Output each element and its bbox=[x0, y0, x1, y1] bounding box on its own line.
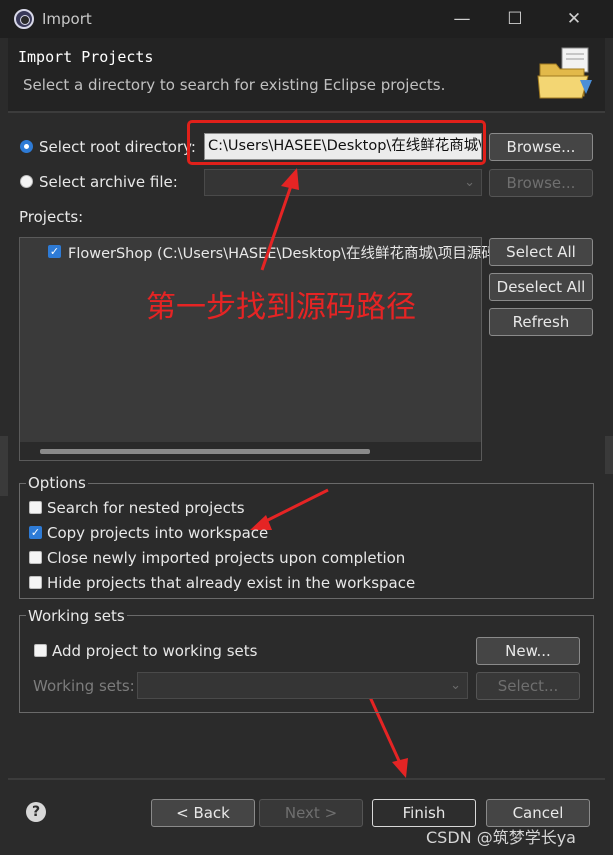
select-archive-label: Select archive file: bbox=[39, 173, 178, 191]
chevron-down-icon: ⌄ bbox=[464, 175, 475, 190]
background-window-strip bbox=[0, 436, 8, 496]
page-title: Import Projects bbox=[18, 48, 154, 66]
project-checkbox[interactable]: ✓ bbox=[48, 245, 61, 258]
add-working-sets-label[interactable]: Add project to working sets bbox=[52, 642, 257, 660]
archive-file-combo: ⌄ bbox=[204, 169, 482, 196]
select-all-button[interactable]: Select All bbox=[489, 238, 593, 266]
new-working-set-button[interactable]: New... bbox=[476, 637, 580, 665]
browse-button[interactable]: Browse... bbox=[489, 133, 593, 161]
select-root-label: Select root directory: bbox=[39, 138, 196, 156]
help-icon[interactable]: ? bbox=[26, 802, 46, 822]
background-window-strip-right bbox=[605, 436, 613, 474]
eclipse-app-icon bbox=[14, 9, 34, 29]
select-root-radio[interactable] bbox=[20, 140, 33, 153]
header-separator bbox=[8, 111, 605, 113]
browse-archive-button: Browse... bbox=[489, 169, 593, 197]
working-sets-combo: ⌄ bbox=[137, 672, 468, 699]
copy-projects-checkbox[interactable]: ✓ bbox=[29, 526, 42, 539]
finish-button[interactable]: Finish bbox=[372, 799, 476, 827]
close-imported-label[interactable]: Close newly imported projects upon compl… bbox=[47, 549, 405, 567]
add-working-sets-checkbox[interactable] bbox=[34, 644, 47, 657]
options-group-title: Options bbox=[26, 474, 88, 492]
close-imported-checkbox[interactable] bbox=[29, 551, 42, 564]
next-button: Next > bbox=[259, 799, 363, 827]
horizontal-scrollbar[interactable] bbox=[20, 442, 481, 460]
hide-existing-checkbox[interactable] bbox=[29, 576, 42, 589]
maximize-icon[interactable]: ☐ bbox=[503, 8, 527, 30]
hide-existing-label[interactable]: Hide projects that already exist in the … bbox=[47, 574, 415, 592]
nested-projects-checkbox[interactable] bbox=[29, 501, 42, 514]
scrollbar-thumb[interactable] bbox=[40, 449, 370, 454]
close-icon[interactable]: ✕ bbox=[562, 8, 586, 30]
projects-label: Projects: bbox=[19, 208, 84, 226]
window-title: Import bbox=[42, 10, 92, 28]
nested-projects-label[interactable]: Search for nested projects bbox=[47, 499, 245, 517]
working-sets-label: Working sets: bbox=[33, 677, 135, 695]
projects-list[interactable]: ✓ FlowerShop (C:\Users\HASEE\Desktop\在线鲜… bbox=[19, 237, 591, 461]
page-description: Select a directory to search for existin… bbox=[23, 76, 446, 94]
deselect-all-button[interactable]: Deselect All bbox=[489, 273, 593, 301]
csdn-watermark: CSDN @筑梦学长ya bbox=[426, 828, 576, 847]
cancel-button[interactable]: Cancel bbox=[486, 799, 590, 827]
back-button[interactable]: < Back bbox=[151, 799, 255, 827]
select-archive-radio[interactable] bbox=[20, 175, 33, 188]
chevron-down-icon: ⌄ bbox=[450, 678, 461, 693]
select-working-sets-button: Select... bbox=[476, 672, 580, 700]
annotation-highlight-box bbox=[187, 120, 486, 165]
refresh-button[interactable]: Refresh bbox=[489, 308, 593, 336]
footer-separator bbox=[8, 778, 605, 780]
minimize-icon[interactable]: — bbox=[450, 8, 474, 30]
import-folder-icon bbox=[537, 47, 592, 99]
copy-projects-label[interactable]: Copy projects into workspace bbox=[47, 524, 268, 542]
step-one-annotation: 第一步找到源码路径 bbox=[146, 290, 416, 325]
working-sets-group-title: Working sets bbox=[26, 607, 127, 625]
